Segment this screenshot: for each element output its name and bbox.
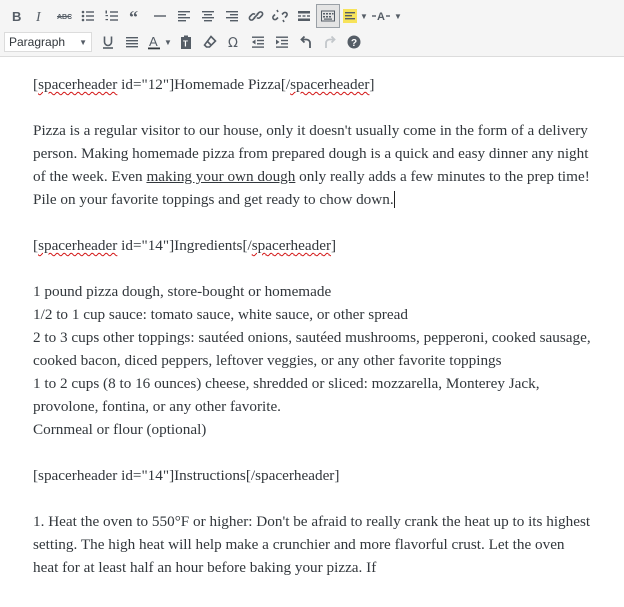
ingredient-line: 2 to 3 cups other toppings: sautéed onio… (33, 329, 591, 369)
svg-text:Ω: Ω (228, 36, 238, 50)
numbered-list-button[interactable] (100, 4, 124, 28)
editor-content[interactable]: [spacerheader id="12"]Homemade Pizza[/sp… (0, 57, 624, 579)
read-more-button[interactable] (292, 4, 316, 28)
undo-icon (300, 35, 311, 48)
justify-button[interactable] (120, 30, 144, 54)
text-format-icon: A (372, 11, 391, 23)
undo-button[interactable] (294, 30, 318, 54)
paste-as-text-button[interactable]: T (174, 30, 198, 54)
blockquote-button[interactable]: “ (124, 4, 148, 28)
svg-text:I: I (35, 10, 42, 24)
svg-text:“: “ (129, 8, 138, 24)
shortcode-bracket: ] (369, 76, 375, 93)
unlink-icon (272, 9, 288, 23)
redo-icon (325, 35, 336, 48)
dough-link[interactable]: making your own dough (146, 168, 295, 185)
instruction-step: 1. Heat the oven to 550°F or higher: Don… (33, 513, 591, 576)
chevron-down-icon: ▼ (164, 37, 172, 47)
clear-formatting-icon (203, 35, 217, 48)
help-icon: ? (347, 35, 361, 49)
link-icon (248, 11, 264, 21)
outdent-icon (252, 36, 264, 48)
toolbar-row-2: Paragraph ▼ A ▼ T Ω ? (0, 28, 624, 54)
clear-formatting-button[interactable] (198, 30, 222, 54)
shortcode-bracket: ] (331, 237, 337, 254)
italic-button[interactable]: I (28, 4, 52, 28)
heading-shortcode-ingredients: [spacerheader id="14"]Ingredients[/space… (33, 234, 592, 257)
numbered-list-icon (105, 10, 118, 21)
paste-as-text-icon: T (181, 35, 191, 49)
svg-text:ABC: ABC (57, 14, 72, 21)
blockquote-icon: “ (129, 8, 138, 24)
outdent-button[interactable] (246, 30, 270, 54)
toolbar-toggle-icon (321, 10, 335, 22)
heading-shortcode-title: [spacerheader id="12"]Homemade Pizza[/sp… (33, 73, 592, 96)
align-center-icon (202, 11, 214, 22)
chevron-down-icon: ▼ (394, 11, 402, 21)
align-left-icon (178, 11, 190, 22)
misspelled-word[interactable]: spacerheader (38, 237, 117, 254)
format-select[interactable]: Paragraph ▼ (4, 32, 92, 52)
help-button[interactable]: ? (342, 30, 366, 54)
ingredient-line: 1/2 to 1 cup sauce: tomato sauce, white … (33, 306, 408, 323)
text-color-dropdown[interactable]: A ▼ (144, 30, 174, 54)
align-right-button[interactable] (220, 4, 244, 28)
chevron-down-icon: ▼ (79, 37, 87, 47)
underline-icon (103, 36, 113, 49)
misspelled-word[interactable]: spacerheader (252, 237, 331, 254)
text-color-icon: A (148, 34, 161, 50)
align-center-button[interactable] (196, 4, 220, 28)
align-right-icon (226, 11, 238, 22)
ingredient-line: 1 to 2 cups (8 to 16 ounces) cheese, shr… (33, 375, 540, 415)
chevron-down-icon: ▼ (360, 11, 368, 21)
justify-icon (126, 37, 138, 48)
redo-button[interactable] (318, 30, 342, 54)
unlink-button[interactable] (268, 4, 292, 28)
svg-text:A: A (149, 34, 158, 49)
strikethrough-button[interactable]: ABC (52, 4, 76, 28)
bold-button[interactable]: B (4, 4, 28, 28)
align-left-button[interactable] (172, 4, 196, 28)
heading-shortcode-instructions: [spacerheader id="14"]Instructions[/spac… (33, 467, 340, 484)
insert-link-button[interactable] (244, 4, 268, 28)
svg-text:A: A (377, 11, 385, 23)
underline-button[interactable] (96, 30, 120, 54)
strikethrough-icon: ABC (57, 14, 72, 21)
shortcode-text: id="14"]Ingredients[/ (117, 237, 252, 254)
shortcode-text: id="12"]Homemade Pizza[/ (117, 76, 291, 93)
horizontal-line-button[interactable] (148, 4, 172, 28)
read-more-icon (298, 11, 310, 21)
svg-text:B: B (12, 9, 21, 24)
highlight-dropdown[interactable]: ▼ (340, 4, 370, 28)
svg-text:T: T (183, 40, 188, 49)
ingredient-line: 1 pound pizza dough, store-bought or hom… (33, 283, 332, 300)
text-format-dropdown[interactable]: A ▼ (370, 4, 404, 28)
toolbar-toggle-button[interactable] (316, 4, 340, 28)
highlight-icon (343, 9, 358, 23)
misspelled-word[interactable]: spacerheader (290, 76, 369, 93)
italic-icon: I (35, 10, 42, 24)
indent-button[interactable] (270, 30, 294, 54)
svg-text:?: ? (351, 38, 357, 49)
bullet-list-icon (81, 10, 94, 22)
horizontal-line-icon (154, 15, 166, 17)
intro-paragraph: Pizza is a regular visitor to our house,… (33, 119, 592, 211)
misspelled-word[interactable]: spacerheader (38, 76, 117, 93)
format-select-value: Paragraph (9, 35, 66, 49)
toolbar-row-1: B I ABC “ ▼ A ▼ (0, 0, 624, 28)
editor-toolbar: B I ABC “ ▼ A ▼ Paragraph ▼ A ▼ T Ω ? (0, 0, 624, 57)
bullet-list-button[interactable] (76, 4, 100, 28)
ingredient-line: Cornmeal or flour (optional) (33, 421, 207, 438)
special-character-button[interactable]: Ω (222, 30, 246, 54)
special-character-icon: Ω (228, 36, 238, 50)
indent-icon (276, 36, 288, 48)
bold-icon: B (12, 9, 21, 24)
